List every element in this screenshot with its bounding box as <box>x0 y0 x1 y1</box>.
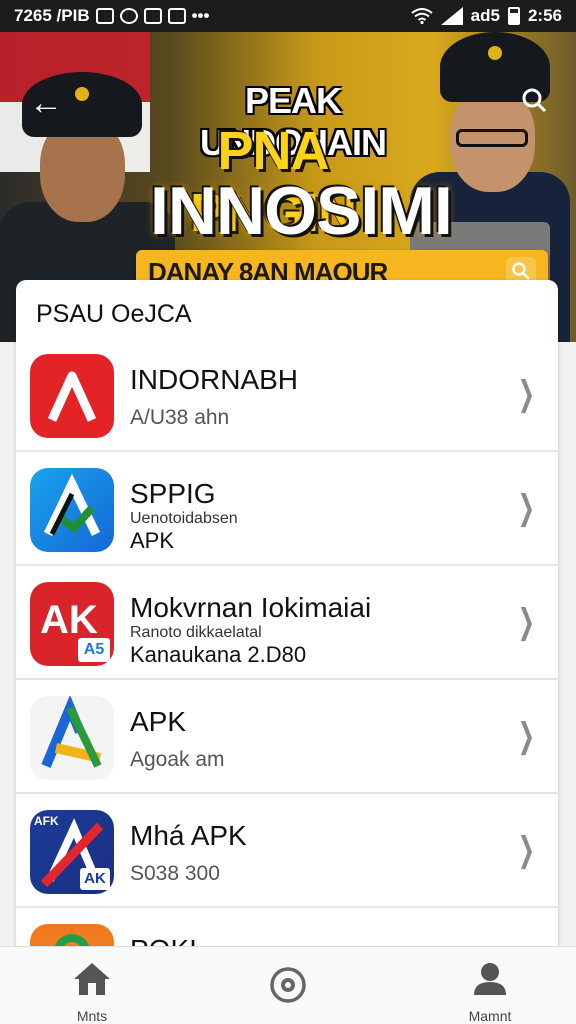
status-left: 7265 /PIB ••• <box>14 6 209 26</box>
nav-home[interactable]: Mnts <box>42 961 142 1024</box>
chevron-right-icon: ❯ <box>517 603 535 641</box>
app-icon-label: AFK <box>34 814 59 828</box>
status-left-text: 7265 /PIB <box>14 6 90 25</box>
nav-profile[interactable]: Mamnt <box>440 961 540 1024</box>
app-meta: Uenotoidabsen <box>130 510 238 527</box>
app-name: SPPIG <box>130 478 216 509</box>
app-name: Mokvrnan Iokimaiai <box>130 592 372 623</box>
list-item[interactable]: SPPIG Uenotoidabsen APK ❯ <box>16 454 558 566</box>
app-meta: Agoak am <box>130 748 225 771</box>
back-arrow-icon[interactable]: ← <box>28 86 64 124</box>
app-meta: S038 300 <box>130 862 220 885</box>
more-notifications-icon: ••• <box>191 6 210 25</box>
nav-profile-label: Mamnt <box>468 1008 512 1024</box>
chevron-right-icon: ❯ <box>517 489 535 527</box>
section-title: PSAU OeJCA <box>36 300 192 328</box>
status-right: ad5 2:56 <box>411 6 562 26</box>
app-list-card: PSAU OeJCA INDORNABH A/U38 ahn ❯ SPPIG U… <box>16 280 558 980</box>
screen: 7265 /PIB ••• ad5 2:56 PEAK UNDOHAIN PNA… <box>0 0 576 1024</box>
bottom-navigation: Mnts Mamnt <box>0 946 576 1024</box>
search-icon[interactable] <box>516 86 552 122</box>
chevron-right-icon: ❯ <box>517 831 535 869</box>
discover-icon <box>270 967 306 1003</box>
list-item[interactable]: AFK AK Mhá APK S038 300 ❯ <box>16 796 558 908</box>
app-name: Mhá APK <box>130 820 247 851</box>
chevron-right-icon: ❯ <box>517 717 535 755</box>
app-name: APK <box>130 706 187 737</box>
home-icon <box>74 963 110 995</box>
app-meta: A/U38 ahn <box>130 406 230 429</box>
app-type: APK <box>130 528 175 553</box>
app-icon: AK A5 <box>30 582 114 666</box>
app-meta: Ranoto dikkaelatal <box>130 624 262 641</box>
app-name: INDORNABH <box>130 364 299 395</box>
banner-headline-3: INNOSIMI <box>150 173 453 249</box>
nav-home-label: Mnts <box>76 1008 108 1024</box>
wifi-icon <box>411 8 433 24</box>
signal-text: ad5 <box>470 6 500 25</box>
status-time: 2:56 <box>527 6 562 25</box>
app-icon <box>30 696 114 780</box>
app-icon-label: AK <box>40 598 98 642</box>
app-icon <box>30 354 114 438</box>
profile-icon <box>474 963 506 995</box>
nav-discover[interactable] <box>238 965 338 1016</box>
battery-icon <box>507 7 520 25</box>
app-icon <box>30 468 114 552</box>
app-icon-badge: AK <box>80 868 110 890</box>
signal-icon <box>440 7 463 25</box>
app-notification-icon <box>143 8 162 24</box>
list-item[interactable]: APK Agoak am ❯ <box>16 682 558 794</box>
app-icon: AFK AK <box>30 810 114 894</box>
list-item[interactable]: AK A5 Mokvrnan Iokimaiai Ranoto dikkaela… <box>16 568 558 680</box>
status-bar: 7265 /PIB ••• ad5 2:56 <box>0 0 576 32</box>
message-icon <box>167 8 186 24</box>
notification-icon <box>95 8 114 24</box>
list-item[interactable]: INDORNABH A/U38 ahn ❯ <box>16 340 558 452</box>
app-icon-badge: A5 <box>78 638 110 662</box>
chevron-right-icon: ❯ <box>517 375 535 413</box>
sync-icon <box>119 8 138 24</box>
app-version: Kanaukana 2.D80 <box>130 642 307 667</box>
